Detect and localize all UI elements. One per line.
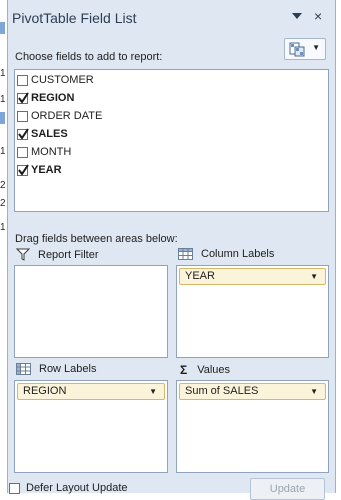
chevron-down-icon: ▼: [312, 43, 320, 52]
field-item-region[interactable]: REGION: [17, 90, 74, 106]
field-list: CUSTOMER REGION ORDER DATE SALES MONTH Y…: [14, 69, 329, 212]
field-chip-region[interactable]: REGION ▼: [17, 383, 165, 400]
defer-layout-update-label: Defer Layout Update: [26, 482, 128, 494]
checkmark-icon: [18, 127, 29, 140]
field-name: REGION: [31, 92, 75, 104]
chevron-down-icon: ▼: [310, 387, 318, 396]
field-chip-sum-of-sales[interactable]: Sum of SALES ▼: [179, 383, 326, 400]
worksheet-edge: 1 1 1 2 2 1: [0, 0, 7, 493]
checkmark-icon: [18, 163, 29, 176]
column-labels-label: Column Labels: [201, 248, 275, 260]
row-labels-header: Row Labels: [16, 363, 96, 375]
layout-icon: [289, 42, 305, 57]
chevron-down-icon: ▼: [310, 272, 318, 281]
field-chip-year[interactable]: YEAR ▼: [179, 268, 326, 285]
table-columns-icon: [178, 248, 193, 260]
chip-label: REGION: [23, 385, 67, 397]
worksheet-edge-cell: [0, 22, 5, 34]
worksheet-edge-row-number: 1: [0, 68, 5, 79]
values-header: Σ Values: [180, 363, 230, 377]
panel-title: PivotTable Field List: [12, 10, 137, 26]
worksheet-edge-row-number: 2: [0, 198, 5, 209]
field-checkbox[interactable]: [17, 110, 28, 122]
update-button[interactable]: Update: [250, 478, 325, 500]
field-layout-button[interactable]: ▼: [284, 38, 326, 60]
values-area[interactable]: Sum of SALES ▼: [176, 380, 329, 473]
row-labels-label: Row Labels: [39, 363, 97, 375]
filter-icon: [16, 248, 30, 261]
field-item-sales[interactable]: SALES: [17, 126, 68, 142]
field-name: MONTH: [31, 146, 72, 158]
field-item-order-date[interactable]: ORDER DATE: [17, 108, 102, 124]
chip-label: YEAR: [185, 270, 215, 282]
report-filter-header: Report Filter: [16, 248, 99, 261]
field-name: CUSTOMER: [31, 74, 94, 86]
column-labels-header: Column Labels: [178, 248, 274, 260]
field-checkbox[interactable]: [17, 163, 29, 176]
report-filter-label: Report Filter: [38, 248, 99, 261]
table-rows-icon: [16, 363, 31, 375]
worksheet-edge-row-number: 1: [0, 222, 5, 233]
worksheet-edge-row-number: 1: [0, 146, 5, 157]
worksheet-edge-row-number: 1: [0, 94, 5, 105]
field-checkbox[interactable]: [17, 91, 29, 104]
close-button[interactable]: ×: [314, 8, 322, 24]
choose-fields-label: Choose fields to add to report:: [15, 51, 163, 63]
field-name: SALES: [31, 128, 68, 140]
report-filter-area[interactable]: [14, 265, 168, 358]
field-item-year[interactable]: YEAR: [17, 162, 62, 178]
values-label: Values: [197, 364, 231, 376]
chip-label: Sum of SALES: [185, 385, 259, 397]
field-checkbox[interactable]: [17, 127, 29, 140]
field-name: ORDER DATE: [31, 110, 103, 122]
chevron-down-icon: ▼: [149, 387, 157, 396]
chevron-down-icon: [292, 13, 302, 19]
drag-fields-label: Drag fields between areas below:: [15, 233, 178, 245]
column-labels-area[interactable]: YEAR ▼: [176, 265, 329, 358]
field-item-customer[interactable]: CUSTOMER: [17, 72, 94, 88]
worksheet-edge-row-number: 2: [0, 180, 5, 191]
worksheet-edge-cell: [0, 112, 5, 124]
field-checkbox[interactable]: [17, 74, 28, 86]
panel-options-button[interactable]: [291, 10, 303, 26]
sigma-icon: Σ: [180, 363, 188, 377]
checkmark-icon: [18, 91, 29, 104]
pivottable-field-list-panel: PivotTable Field List × Choose fields to…: [7, 0, 336, 493]
defer-layout-update-checkbox[interactable]: [9, 483, 20, 494]
row-labels-area[interactable]: REGION ▼: [14, 380, 168, 473]
field-name: YEAR: [31, 164, 62, 176]
field-item-month[interactable]: MONTH: [17, 144, 71, 160]
field-checkbox[interactable]: [17, 146, 28, 158]
